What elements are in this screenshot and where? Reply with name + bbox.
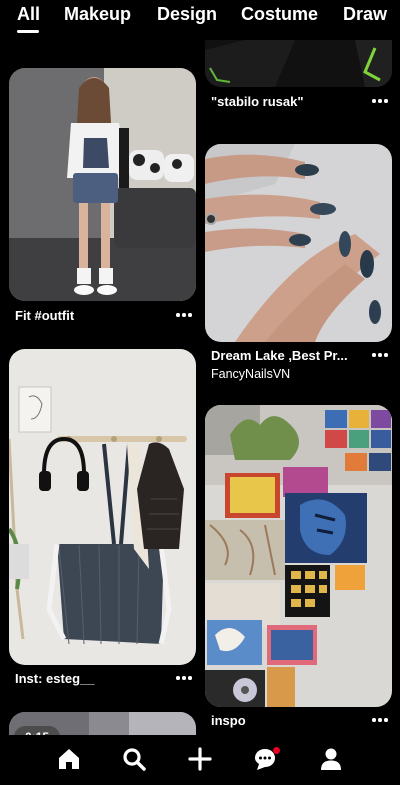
nav-search[interactable]: [104, 735, 164, 785]
pin-title-outfit[interactable]: Fit #outfit: [15, 308, 165, 323]
nav-create[interactable]: [170, 735, 230, 785]
pin-title-nails[interactable]: Dream Lake ,Best Pr...: [211, 348, 361, 363]
nav-profile[interactable]: [301, 735, 361, 785]
pin-image-stabilo[interactable]: [205, 40, 392, 87]
search-icon: [123, 748, 146, 771]
more-options-icon[interactable]: [372, 715, 388, 725]
pin-image-nails[interactable]: [205, 144, 392, 342]
pin-title-bags[interactable]: Inst: esteg__: [15, 671, 165, 686]
active-tab-indicator: [17, 30, 39, 33]
pin-image-wall[interactable]: [205, 405, 392, 707]
tab-costume[interactable]: Costume: [241, 4, 318, 25]
plus-icon: [188, 747, 212, 771]
nav-messages[interactable]: [235, 735, 295, 785]
more-options-icon[interactable]: [176, 673, 192, 683]
tab-all[interactable]: All: [17, 4, 40, 25]
profile-icon: [321, 748, 341, 770]
tab-design[interactable]: Design: [157, 4, 217, 25]
pin-image-outfit[interactable]: [9, 68, 196, 301]
category-tabs: All Makeup Design Costume Draw: [0, 0, 400, 40]
nav-home[interactable]: [39, 735, 99, 785]
home-icon: [59, 749, 79, 769]
more-options-icon[interactable]: [372, 96, 388, 106]
notification-dot: [273, 747, 280, 754]
pin-title-wall[interactable]: inspo: [211, 713, 361, 728]
tab-makeup[interactable]: Makeup: [64, 4, 131, 25]
pin-author-nails[interactable]: FancyNailsVN: [211, 367, 290, 381]
pin-image-bags[interactable]: [9, 349, 196, 665]
tab-draw[interactable]: Draw: [343, 4, 387, 25]
more-options-icon[interactable]: [372, 350, 388, 360]
pin-title-stabilo[interactable]: "stabilo rusak": [211, 94, 361, 109]
bottom-nav-bar: [0, 735, 400, 785]
more-options-icon[interactable]: [176, 310, 192, 320]
